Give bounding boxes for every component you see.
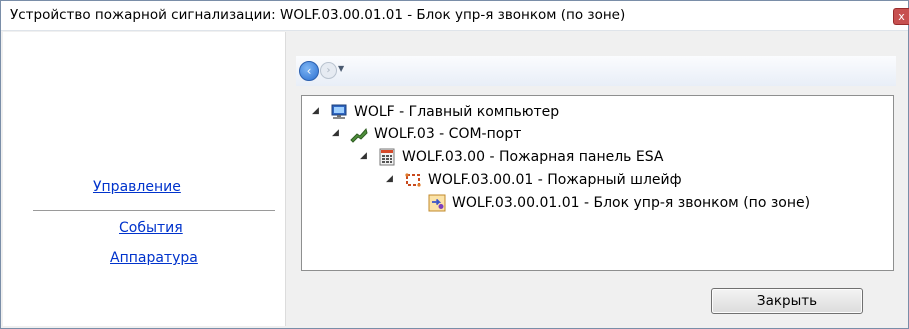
main-panel: ‹ › ▼ ◢ WOLF - Главный компьютер ◢ WOLF.…	[286, 32, 906, 326]
tree-node-label: WOLF - Главный компьютер	[354, 104, 560, 120]
navigation-bar: ‹ › ▼	[296, 56, 896, 86]
tree-node-fire-loop[interactable]: ◢ WOLF.03.00.01 - Пожарный шлейф	[386, 169, 806, 191]
tree-node-computer[interactable]: ◢ WOLF - Главный компьютер	[312, 101, 712, 123]
back-arrow-icon[interactable]: ‹	[299, 61, 319, 81]
expand-toggle-icon[interactable]: ◢	[312, 106, 319, 116]
window-title: Устройство пожарной сигнализации: WOLF.0…	[10, 7, 626, 23]
close-icon[interactable]: x	[893, 8, 909, 25]
tree-node-label: WOLF.03 - COM-порт	[374, 126, 522, 142]
sidebar-divider	[33, 210, 275, 211]
sidebar: Управление События Аппаратура	[3, 32, 286, 326]
expand-toggle-icon[interactable]: ◢	[332, 128, 339, 138]
fire-loop-icon	[405, 173, 421, 187]
tree-node-fire-panel[interactable]: ◢ WOLF.03.00 - Пожарная панель ESA	[360, 146, 780, 168]
bell-control-module-icon	[428, 194, 446, 212]
tree-node-label: WOLF.03.00 - Пожарная панель ESA	[402, 149, 664, 165]
sidebar-link-hardware[interactable]: Аппаратура	[110, 250, 198, 266]
sidebar-link-events[interactable]: События	[119, 220, 183, 236]
tree-node-label: WOLF.03.00.01.01 - Блок упр-я звонком (п…	[452, 195, 811, 211]
sidebar-link-control[interactable]: Управление	[93, 179, 181, 195]
close-button[interactable]: Закрыть	[711, 288, 863, 314]
tree-node-com-port[interactable]: ◢ WOLF.03 - COM-порт	[332, 123, 732, 145]
expand-toggle-icon[interactable]: ◢	[386, 174, 393, 184]
dialog-window: Устройство пожарной сигнализации: WOLF.0…	[0, 0, 909, 329]
com-port-icon	[350, 127, 368, 143]
tree-node-label: WOLF.03.00.01 - Пожарный шлейф	[428, 172, 682, 188]
device-tree[interactable]: ◢ WOLF - Главный компьютер ◢ WOLF.03 - C…	[301, 95, 894, 271]
fire-panel-icon	[379, 148, 395, 166]
history-dropdown-icon[interactable]: ▼	[338, 64, 344, 73]
dialog-content: Управление События Аппаратура ‹ › ▼ ◢ WO…	[3, 32, 906, 326]
expand-toggle-icon[interactable]: ◢	[360, 151, 367, 161]
forward-arrow-icon[interactable]: ›	[320, 62, 337, 79]
title-bar[interactable]: Устройство пожарной сигнализации: WOLF.0…	[1, 1, 909, 31]
tree-node-bell-control-module[interactable]: WOLF.03.00.01.01 - Блок упр-я звонком (п…	[428, 192, 888, 214]
computer-icon	[331, 104, 347, 119]
